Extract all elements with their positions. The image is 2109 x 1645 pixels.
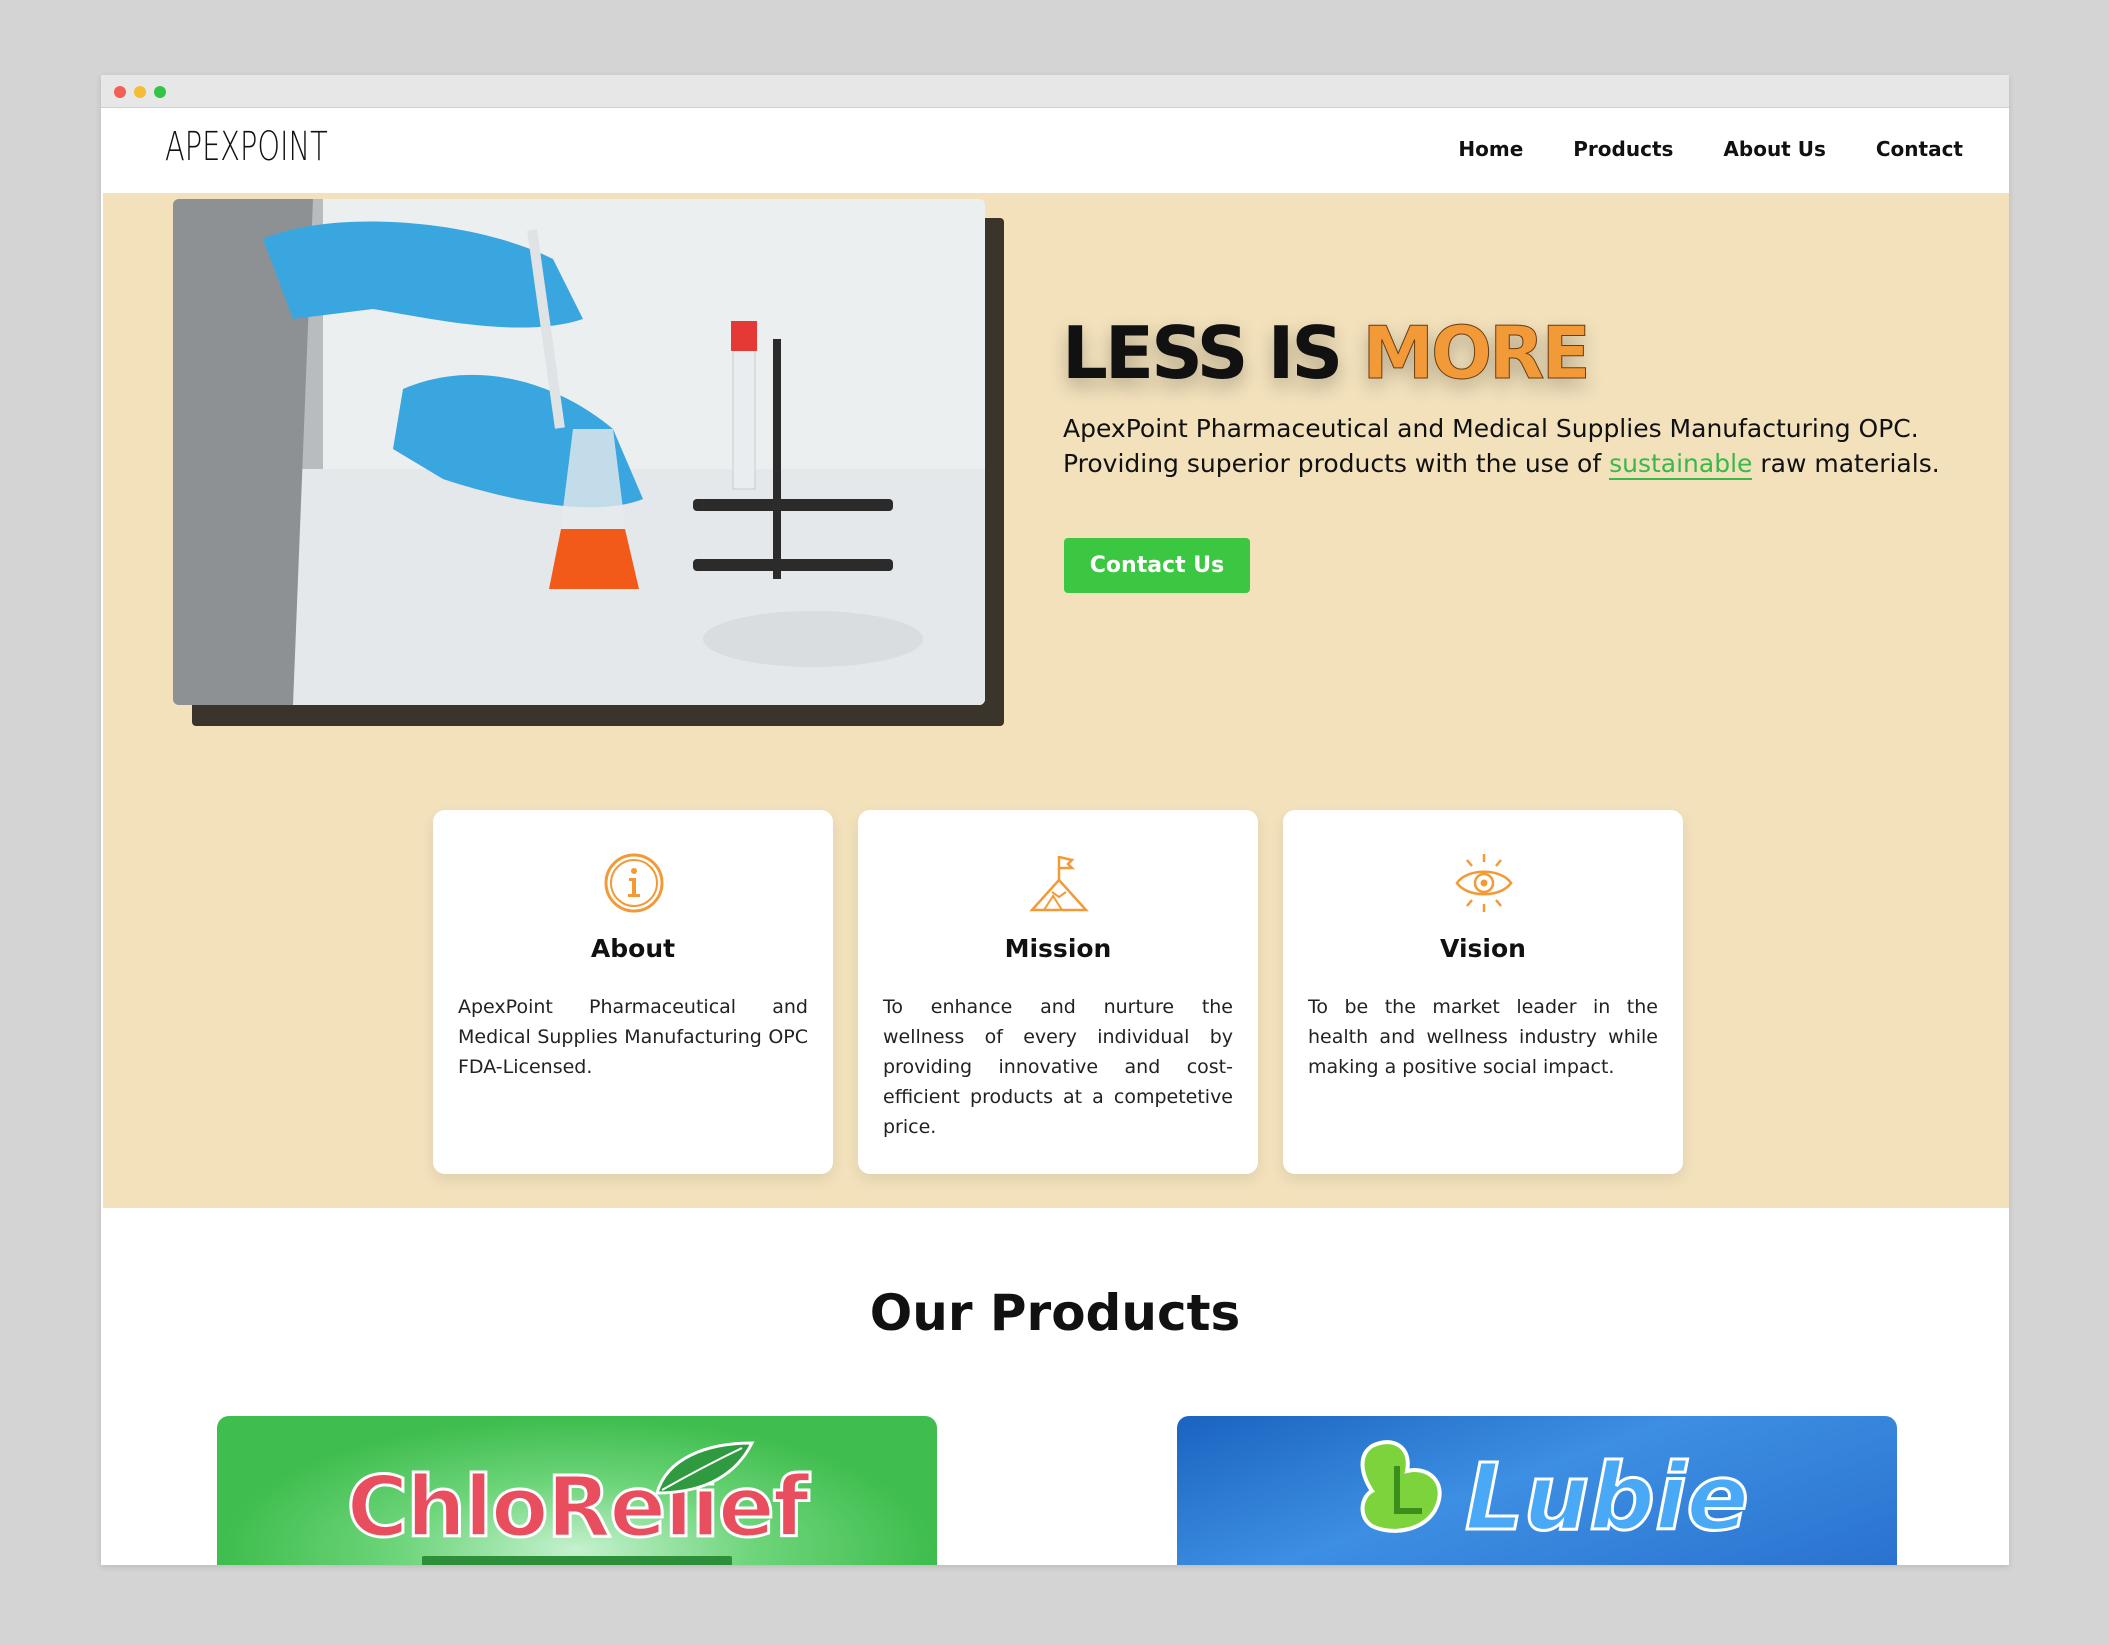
hero-desc-line1: ApexPoint Pharmaceutical and Medical Sup… [1063,414,1919,443]
product-card-lubie[interactable]: Lubie [1177,1416,1897,1565]
chlorelief-tagline-band [422,1556,732,1565]
hero-desc-line2: Providing superior products with the use… [1063,446,1963,481]
nav-home[interactable]: Home [1458,137,1523,161]
site-logo[interactable]: APEXPOINT [165,124,328,170]
close-window-button[interactable] [114,86,126,98]
hero-title: LESS IS MORE [1062,311,1591,396]
vision-card-text: To be the market leader in the health an… [1308,996,1658,1078]
maximize-window-button[interactable] [154,86,166,98]
info-icon [604,853,664,913]
product-name-chlorelief: ChloRelief [345,1457,811,1558]
mission-card-text: To enhance and nurture the wellness of e… [883,996,1233,1138]
product-card-chlorelief[interactable]: ChloRelief [217,1416,937,1565]
about-card: About ApexPoint Pharmaceutical and Medic… [433,810,833,1174]
window-titlebar [101,75,2009,108]
leaf-icon [655,1441,755,1495]
vision-card: Vision To be the market leader in the he… [1283,810,1683,1174]
hero-section: LESS IS MORE ApexPoint Pharmaceutical an… [103,193,2009,1208]
products-heading: Our Products [869,1284,1241,1342]
hero-desc-line2-pre: Providing superior products with the use… [1063,449,1602,478]
hero-title-accent: MORE [1362,311,1591,396]
lab-scene-illustration [173,199,985,705]
contact-us-button[interactable]: Contact Us [1064,538,1250,593]
hero-description: ApexPoint Pharmaceutical and Medical Sup… [1063,411,1963,481]
nav-about-us[interactable]: About Us [1723,137,1825,161]
hero-desc-line2-post: raw materials. [1760,449,1940,478]
sustainable-link[interactable]: sustainable [1609,449,1753,480]
about-card-title: About [590,934,676,963]
eye-icon [1455,854,1513,912]
product-name-lubie: Lubie [1464,1443,1751,1553]
hero-title-main: LESS IS [1062,311,1343,395]
mission-card-title: Mission [1004,934,1112,963]
about-card-text: ApexPoint Pharmaceutical and Medical Sup… [458,996,808,1078]
minimize-window-button[interactable] [134,86,146,98]
vision-card-title: Vision [1440,934,1526,963]
nav-contact[interactable]: Contact [1876,137,1963,161]
browser-window: APEXPOINT Home Products About Us Contact [101,75,2009,1565]
mission-card: Mission To enhance and nurture the welln… [858,810,1258,1174]
hero-lab-image [173,199,985,705]
navbar: APEXPOINT Home Products About Us Contact [101,108,2009,193]
mountain-flag-icon [1029,855,1089,912]
nav-products[interactable]: Products [1573,137,1673,161]
nav-links: Home Products About Us Contact [1458,137,1963,161]
